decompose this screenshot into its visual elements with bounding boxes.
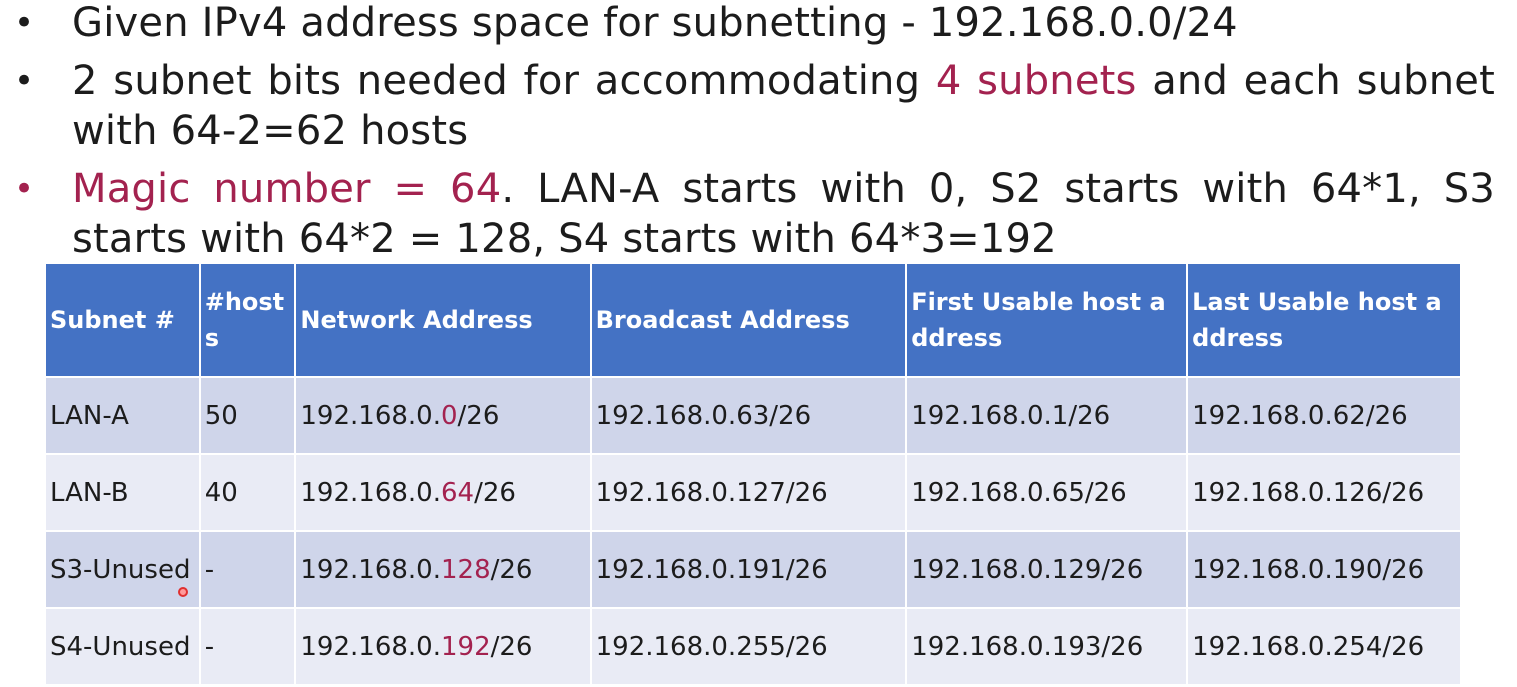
bullet-item: • Given IPv4 address space for subnettin… xyxy=(10,0,1495,48)
cell-subnet: LAN-B xyxy=(46,453,201,531)
bullet-highlight: Magic number = 64 xyxy=(72,166,502,212)
cell-broadcast: 192.168.0.255/26 xyxy=(590,607,908,684)
cell-hosts: 50 xyxy=(199,376,297,454)
cell-subnet: S3-Unused xyxy=(46,530,201,608)
network-suffix: /26 xyxy=(457,400,500,431)
table-row: LAN-B 40 192.168.0.64/26 192.168.0.127/2… xyxy=(46,453,1460,531)
cell-hosts: - xyxy=(199,607,297,684)
table-row: S3-Unused - 192.168.0.128/26 192.168.0.1… xyxy=(46,530,1460,608)
subnet-table-wrapper: Subnet # #hosts Network Address Broadcas… xyxy=(46,264,1460,684)
table-header-row: Subnet # #hosts Network Address Broadcas… xyxy=(46,264,1460,377)
cell-last-usable: 192.168.0.126/26 xyxy=(1187,453,1460,531)
header-last-usable: Last Usable host address xyxy=(1187,264,1460,377)
cell-broadcast: 192.168.0.127/26 xyxy=(590,453,908,531)
bullet-text: Given IPv4 address space for subnetting … xyxy=(72,0,1238,46)
cell-last-usable: 192.168.0.254/26 xyxy=(1187,607,1460,684)
network-prefix: 192.168.0. xyxy=(300,631,441,662)
cell-last-usable: 192.168.0.62/26 xyxy=(1187,376,1460,454)
slide: AMRITA VISHWA VIDYAPEETHAM | Online • Gi… xyxy=(0,0,1517,687)
network-suffix: /26 xyxy=(490,554,533,585)
cell-first-usable: 192.168.0.193/26 xyxy=(906,607,1189,684)
cell-last-usable: 192.168.0.190/26 xyxy=(1187,530,1460,608)
network-highlight: 64 xyxy=(440,477,475,508)
cell-hosts: 40 xyxy=(199,453,297,531)
network-prefix: 192.168.0. xyxy=(300,400,441,431)
table-row: LAN-A 50 192.168.0.0/26 192.168.0.63/26 … xyxy=(46,376,1460,454)
header-broadcast-address: Broadcast Address xyxy=(590,264,908,377)
cell-network: 192.168.0.0/26 xyxy=(295,376,592,454)
bullet-dot-icon: • xyxy=(14,3,35,43)
cell-first-usable: 192.168.0.1/26 xyxy=(906,376,1189,454)
cell-hosts: - xyxy=(199,530,297,608)
header-hosts: #hosts xyxy=(199,264,297,377)
cell-network: 192.168.0.64/26 xyxy=(295,453,592,531)
laser-pointer-icon xyxy=(178,587,188,597)
header-subnet: Subnet # xyxy=(46,264,201,377)
cell-broadcast: 192.168.0.63/26 xyxy=(590,376,908,454)
network-highlight: 192 xyxy=(440,631,491,662)
network-suffix: /26 xyxy=(474,477,516,508)
header-first-usable: First Usable host address xyxy=(906,264,1189,377)
table-row: S4-Unused - 192.168.0.192/26 192.168.0.2… xyxy=(46,607,1460,684)
network-prefix: 192.168.0. xyxy=(300,477,441,508)
header-network-address: Network Address xyxy=(295,264,592,377)
cell-first-usable: 192.168.0.65/26 xyxy=(906,453,1189,531)
bullet-dot-icon: • xyxy=(14,61,35,101)
bullet-text-pre: 2 subnet bits needed for accommodating xyxy=(72,58,936,104)
bullet-dot-icon: • xyxy=(14,169,35,209)
cell-subnet: S4-Unused xyxy=(46,607,201,684)
subnet-table: Subnet # #hosts Network Address Broadcas… xyxy=(46,264,1460,684)
bullet-highlight: 4 subnets xyxy=(935,58,1137,104)
network-highlight: 0 xyxy=(440,400,458,431)
network-suffix: /26 xyxy=(490,631,533,662)
bullet-item: • 2 subnet bits needed for accommodating… xyxy=(10,56,1495,156)
cell-network: 192.168.0.128/26 xyxy=(295,530,592,608)
cell-first-usable: 192.168.0.129/26 xyxy=(906,530,1189,608)
network-highlight: 128 xyxy=(440,554,491,585)
cell-subnet: LAN-A xyxy=(46,376,201,454)
bullet-list: • Given IPv4 address space for subnettin… xyxy=(10,0,1495,264)
bullet-item: • Magic number = 64. LAN-A starts with 0… xyxy=(10,164,1495,264)
cell-broadcast: 192.168.0.191/26 xyxy=(590,530,908,608)
network-prefix: 192.168.0. xyxy=(300,554,441,585)
cell-network: 192.168.0.192/26 xyxy=(295,607,592,684)
